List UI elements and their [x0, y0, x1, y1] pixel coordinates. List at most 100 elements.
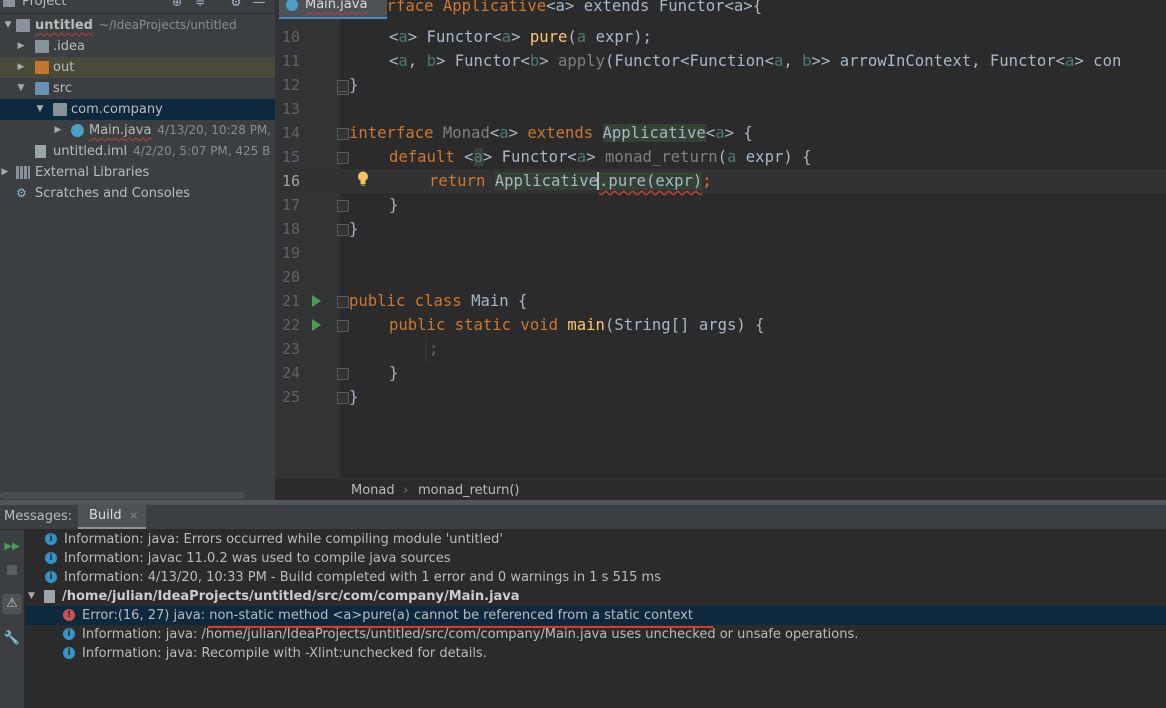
- message-row[interactable]: i Information: java: Recompile with -Xli…: [25, 644, 1166, 663]
- excluded-folder-icon: [35, 61, 49, 74]
- tree-item-src[interactable]: ▼ src: [0, 78, 275, 99]
- code-line: 9 interface Applicative<a> extends Funct…: [275, 0, 1166, 18]
- tab-main-java[interactable]: Main.java: [279, 0, 387, 19]
- project-panel-header: Project ⊕ ≑ ⚙ ―: [0, 0, 275, 14]
- fold-marker-icon[interactable]: [337, 152, 349, 164]
- line-number: 14: [281, 124, 300, 142]
- line-number: 15: [281, 148, 300, 166]
- folder-icon: [35, 40, 49, 53]
- module-folder-icon: [16, 19, 30, 32]
- chevron-down-icon[interactable]: ▼: [28, 587, 35, 606]
- tab-label: Main.java: [305, 0, 368, 12]
- chevron-right-icon[interactable]: ▶: [16, 36, 26, 57]
- java-file-icon: [44, 590, 55, 603]
- line-number: 19: [281, 244, 300, 262]
- info-icon: i: [45, 533, 57, 545]
- tab-label: Build: [89, 508, 122, 523]
- wrench-icon[interactable]: 🔧: [3, 630, 21, 648]
- hide-panel-icon[interactable]: ―: [252, 0, 266, 9]
- chevron-right-icon[interactable]: ▶: [53, 120, 63, 141]
- warning-filter-icon[interactable]: ⚠: [2, 594, 22, 614]
- code-text: }: [349, 220, 359, 238]
- collapse-all-icon[interactable]: ≑: [193, 0, 207, 9]
- lightbulb-icon[interactable]: [357, 171, 369, 187]
- tree-item-main-java[interactable]: ▶ Main.java 4/13/20, 10:28 PM, 5: [0, 120, 275, 141]
- message-file-path: /home/julian/IdeaProjects/untitled/src/c…: [62, 589, 520, 604]
- tab-build[interactable]: Build ×: [78, 505, 146, 529]
- breadcrumb-item-method[interactable]: monad_return(): [418, 483, 519, 498]
- fold-marker-icon[interactable]: [337, 200, 349, 212]
- iml-file-icon: [35, 145, 46, 158]
- chevron-down-icon[interactable]: ▼: [16, 78, 26, 99]
- breadcrumb-item-monad[interactable]: Monad: [351, 483, 395, 498]
- code-text: }: [349, 388, 359, 406]
- project-panel: Project ⊕ ≑ ⚙ ― ▼ untitled ~/IdeaProjects…: [0, 0, 275, 500]
- tree-item-untitled[interactable]: ▼ untitled ~/IdeaProjects/untitled: [0, 15, 275, 36]
- horizontal-scrollbar[interactable]: [0, 492, 245, 499]
- tree-item-label: src: [53, 81, 72, 96]
- fold-marker-icon[interactable]: [337, 392, 349, 404]
- tree-item-label: Scratches and Consoles: [35, 186, 191, 201]
- fold-marker-icon[interactable]: [337, 296, 349, 308]
- messages-toolbar: ▶▶ ⚠ 🔧: [0, 530, 25, 708]
- tree-item-idea[interactable]: ▶ .idea: [0, 36, 275, 57]
- tree-item-scratches[interactable]: ⚙ Scratches and Consoles: [0, 183, 275, 204]
- fold-marker-icon[interactable]: [337, 368, 349, 380]
- message-text: Information: java: /home/julian/IdeaProj…: [82, 627, 859, 642]
- code-text: }: [389, 364, 399, 382]
- breadcrumb: Monad › monad_return(): [275, 478, 1166, 500]
- rerun-icon[interactable]: ▶▶: [3, 538, 21, 556]
- code-line: 14 interface Monad<a> extends Applicativ…: [275, 121, 1166, 145]
- messages-header: Messages: Build ×: [0, 505, 1166, 530]
- run-icon[interactable]: [312, 319, 321, 331]
- line-number: 16: [281, 172, 300, 190]
- code-text: interface Monad<a> extends Applicative<a…: [349, 124, 753, 142]
- tree-item-external-libraries[interactable]: ▶ External Libraries: [0, 162, 275, 183]
- stop-icon[interactable]: [3, 562, 21, 580]
- tree-item-label: External Libraries: [35, 165, 150, 180]
- chevron-down-icon[interactable]: ▼: [3, 15, 13, 36]
- run-icon[interactable]: [312, 295, 321, 307]
- tree-item-com-company[interactable]: ▼ com.company: [0, 99, 275, 120]
- message-row[interactable]: i Information: javac 11.0.2 was used to …: [25, 549, 1166, 568]
- code-line: 12 }: [275, 73, 1166, 97]
- message-row[interactable]: i Information: 4/13/20, 10:33 PM - Build…: [25, 568, 1166, 587]
- fold-marker-icon[interactable]: [337, 80, 349, 92]
- line-number: 23: [281, 340, 300, 358]
- gear-icon[interactable]: ⚙: [229, 0, 243, 9]
- message-row[interactable]: i Information: java: /home/julian/IdeaPr…: [25, 625, 1166, 644]
- info-icon: i: [63, 647, 75, 659]
- line-number: 20: [281, 268, 300, 286]
- code-text: }: [349, 76, 359, 94]
- fold-marker-icon[interactable]: [337, 224, 349, 236]
- code-line: 10 <a> Functor<a> pure(a expr);: [275, 25, 1166, 49]
- message-file-row[interactable]: ▼ /home/julian/IdeaProjects/untitled/src…: [25, 587, 1166, 606]
- message-row[interactable]: i Information: java: Errors occurred whi…: [25, 530, 1166, 549]
- info-icon: i: [63, 628, 75, 640]
- code-line: 23 ;: [275, 337, 1166, 361]
- tree-item-out[interactable]: ▶ out: [0, 57, 275, 78]
- line-number: 17: [281, 196, 300, 214]
- tree-item-meta: 4/13/20, 10:28 PM, 5: [157, 123, 275, 137]
- message-row-error[interactable]: ! Error:(16, 27) java: non-static method…: [25, 606, 1166, 625]
- code-line: 21 public class Main {: [275, 289, 1166, 313]
- package-icon: [53, 103, 67, 116]
- line-number: 12: [281, 76, 300, 94]
- chevron-right-icon[interactable]: ▶: [0, 162, 10, 183]
- code-line: 18 }: [275, 217, 1166, 241]
- locate-icon[interactable]: ⊕: [170, 0, 184, 9]
- tree-item-label: Main.java: [89, 123, 152, 138]
- chevron-right-icon[interactable]: ▶: [16, 57, 26, 78]
- code-line: 24 }: [275, 361, 1166, 385]
- message-text: Error:(16, 27) java: non-static method <…: [82, 608, 693, 623]
- project-panel-title[interactable]: Project: [22, 0, 66, 9]
- project-icon: [3, 0, 15, 7]
- tree-item-untitled-iml[interactable]: untitled.iml 4/2/20, 5:07 PM, 425 B: [0, 141, 275, 162]
- chevron-down-icon[interactable]: ▼: [35, 99, 45, 120]
- error-icon: !: [63, 609, 75, 621]
- close-icon[interactable]: ×: [129, 509, 138, 522]
- fold-marker-icon[interactable]: [337, 128, 349, 140]
- java-class-icon: [286, 0, 298, 11]
- code-editor[interactable]: 9 interface Applicative<a> extends Funct…: [275, 0, 1166, 500]
- fold-marker-icon[interactable]: [337, 320, 349, 332]
